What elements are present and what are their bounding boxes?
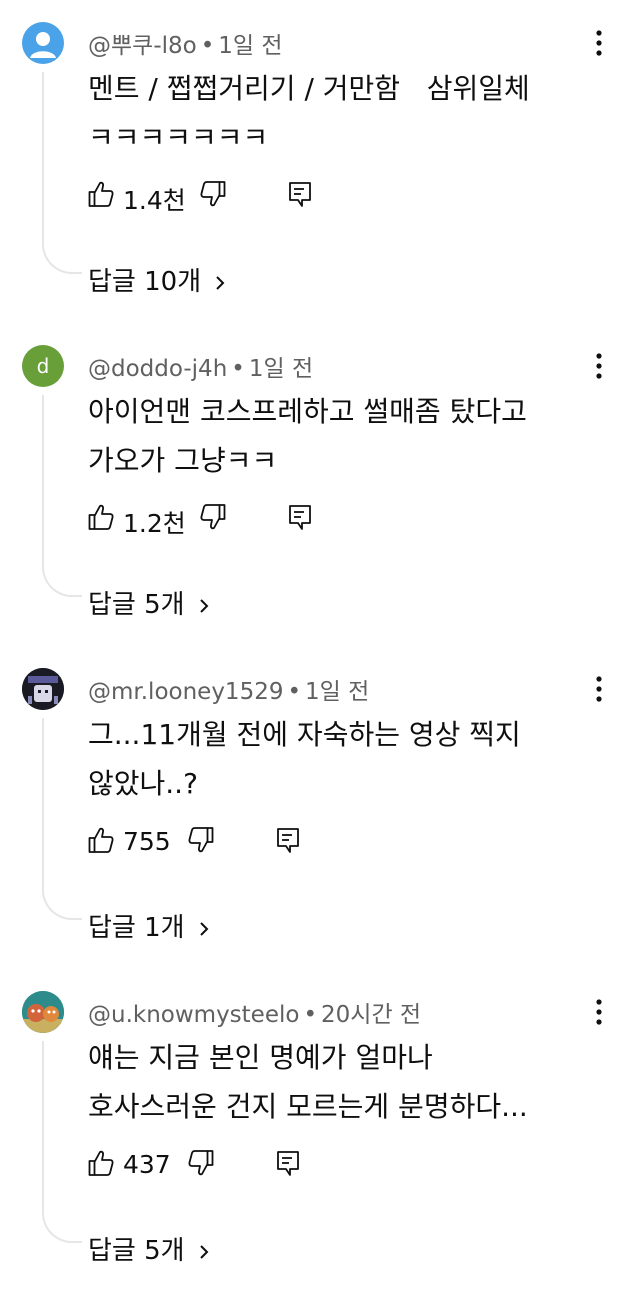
- author-name[interactable]: @doddo-j4h: [88, 356, 227, 382]
- replies-label: 답글 10개: [88, 267, 202, 297]
- comment-text-line: 얘는 지금 본인 명예가 얼마나: [88, 1041, 433, 1074]
- comment-item: d @doddo-j4h • 1일 전 아이언맨 코스프레하고 썰매좀 탔다고 가오…: [0, 323, 640, 646]
- author-name[interactable]: @뿌쿠-l8o: [88, 33, 197, 59]
- comment-text: 멘트 / 쩝쩝거리기 / 거만함 삼위일체 ㅋㅋㅋㅋㅋㅋㅋ: [88, 64, 608, 162]
- comment-text-line: 멘트 / 쩝쩝거리기 / 거만함 삼위일체: [88, 72, 530, 105]
- thumbs-up-icon[interactable]: [88, 180, 114, 208]
- avatar[interactable]: [22, 22, 64, 64]
- view-replies-button[interactable]: 답글 1개: [88, 907, 209, 944]
- thumbs-up-icon[interactable]: [88, 826, 114, 854]
- thread-line: [42, 395, 82, 597]
- more-vertical-icon[interactable]: [594, 674, 604, 704]
- replies-label: 답글 5개: [88, 1236, 185, 1266]
- comment-meta: @u.knowmysteelo • 20시간 전: [88, 1002, 422, 1028]
- replies-label: 답글 5개: [88, 590, 185, 620]
- more-vertical-icon[interactable]: [594, 351, 604, 381]
- reply-icon[interactable]: [288, 180, 312, 208]
- comment-item: @mr.looney1529 • 1일 전 그...11개월 전에 자숙하는 영상 …: [0, 646, 640, 969]
- thumbs-down-icon[interactable]: [188, 1149, 214, 1177]
- avatar-image: [22, 991, 64, 1033]
- comment-actions: 437: [88, 1147, 368, 1183]
- reply-icon[interactable]: [276, 1149, 300, 1177]
- chevron-right-icon: [200, 1244, 209, 1259]
- comment-text: 아이언맨 코스프레하고 썰매좀 탔다고 가오가 그냥ㅋㅋ: [88, 387, 608, 485]
- comment-text: 그...11개월 전에 자숙하는 영상 찍지 않았나..?: [88, 710, 608, 808]
- view-replies-button[interactable]: 답글 5개: [88, 1230, 209, 1267]
- more-vertical-icon[interactable]: [594, 997, 604, 1027]
- comment-time: 1일 전: [305, 679, 370, 705]
- comment-text-line: ㅋㅋㅋㅋㅋㅋㅋ: [88, 121, 269, 154]
- like-count: 1.2천: [123, 509, 186, 538]
- comment-actions: 755: [88, 824, 368, 860]
- avatar[interactable]: [22, 991, 64, 1033]
- like-count: 755: [123, 827, 171, 856]
- like-count: 437: [123, 1150, 171, 1179]
- thumbs-up-icon[interactable]: [88, 1149, 114, 1177]
- comment-time: 20시간 전: [321, 1002, 422, 1028]
- comment-time: 1일 전: [218, 33, 283, 59]
- chevron-right-icon: [216, 275, 225, 290]
- comment-text-line: 그...11개월 전에 자숙하는 영상 찍지: [88, 718, 521, 751]
- comment-actions: 1.2천: [88, 501, 368, 538]
- comment-text: 얘는 지금 본인 명예가 얼마나 호사스러운 건지 모르는게 분명하다...: [88, 1033, 608, 1131]
- comment-text-line: 호사스러운 건지 모르는게 분명하다...: [88, 1090, 528, 1123]
- avatar[interactable]: d: [22, 345, 64, 387]
- avatar[interactable]: [22, 668, 64, 710]
- comment-text-line: 가오가 그냥ㅋㅋ: [88, 444, 278, 477]
- comment-actions: 1.4천: [88, 178, 368, 215]
- comment-text-line: 않았나..?: [88, 767, 198, 800]
- comment-item: @u.knowmysteelo • 20시간 전 얘는 지금 본인 명예가 얼마나 …: [0, 969, 640, 1292]
- more-vertical-icon[interactable]: [594, 28, 604, 58]
- thumbs-up-icon[interactable]: [88, 503, 114, 531]
- comment-item: @뿌쿠-l8o • 1일 전 멘트 / 쩝쩝거리기 / 거만함 삼위일체 ㅋㅋㅋㅋㅋ…: [0, 0, 640, 323]
- reply-icon[interactable]: [276, 826, 300, 854]
- view-replies-button[interactable]: 답글 10개: [88, 261, 225, 298]
- thread-line: [42, 1041, 82, 1243]
- view-replies-button[interactable]: 답글 5개: [88, 584, 209, 621]
- like-count: 1.4천: [123, 186, 186, 215]
- avatar-letter: d: [36, 354, 50, 378]
- avatar-image: [22, 668, 64, 710]
- author-name[interactable]: @u.knowmysteelo: [88, 1002, 299, 1028]
- thumbs-down-icon[interactable]: [200, 503, 226, 531]
- comment-text-line: 아이언맨 코스프레하고 썰매좀 탔다고: [88, 395, 527, 428]
- default-user-icon: [30, 32, 56, 58]
- reply-icon[interactable]: [288, 503, 312, 531]
- replies-label: 답글 1개: [88, 913, 185, 943]
- thumbs-down-icon[interactable]: [200, 180, 226, 208]
- chevron-right-icon: [200, 921, 209, 936]
- comment-meta: @뿌쿠-l8o • 1일 전: [88, 33, 283, 59]
- comment-meta: @doddo-j4h • 1일 전: [88, 356, 314, 382]
- comment-meta: @mr.looney1529 • 1일 전: [88, 679, 370, 705]
- author-name[interactable]: @mr.looney1529: [88, 679, 283, 705]
- chevron-right-icon: [200, 598, 209, 613]
- thread-line: [42, 72, 82, 274]
- comment-time: 1일 전: [248, 356, 314, 382]
- thread-line: [42, 718, 82, 920]
- thumbs-down-icon[interactable]: [188, 826, 214, 854]
